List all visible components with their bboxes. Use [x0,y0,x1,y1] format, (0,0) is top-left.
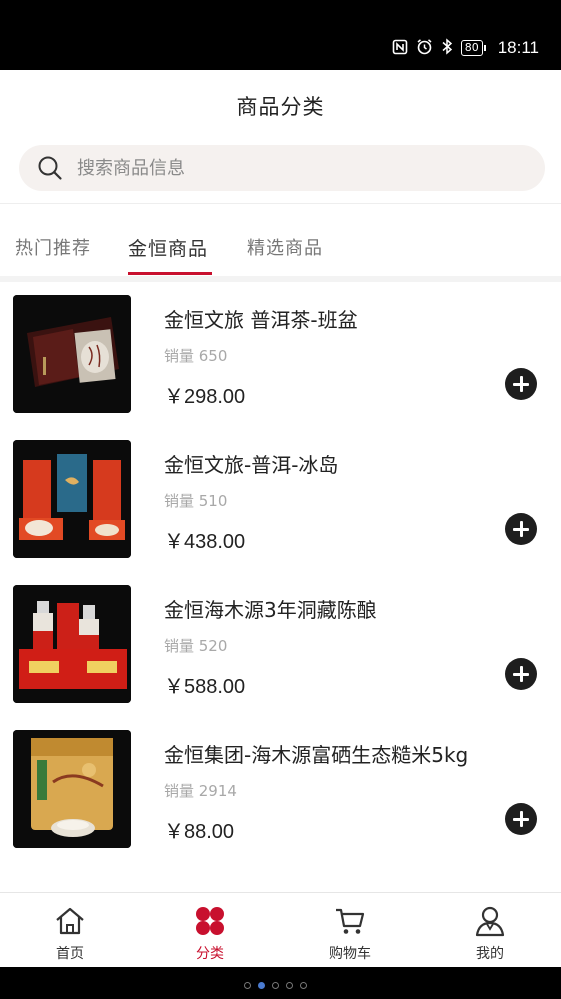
product-image[interactable] [13,440,131,558]
product-sales: 销量 510 [164,492,228,510]
status-time: 18:11 [497,38,539,57]
add-to-cart-button[interactable] [505,513,537,545]
page-dot [244,982,251,989]
page-title: 商品分类 [236,95,325,119]
home-icon [56,907,84,935]
product-item[interactable]: 金恒集团-海木源富硒生态糙米5kg 销量 2914 ￥88.00 [0,717,561,862]
product-sales: 销量 520 [164,637,228,655]
product-name[interactable]: 金恒海木源3年洞藏陈酿 [164,594,377,623]
product-name[interactable]: 金恒文旅-普洱-冰岛 [164,449,338,478]
profile-icon [475,906,505,937]
product-image[interactable] [13,295,131,413]
add-to-cart-button[interactable] [505,658,537,690]
tabbar-label: 购物车 [329,946,371,962]
page-dot [286,982,293,989]
page-dot-active [258,982,265,989]
product-image[interactable] [13,730,131,848]
add-to-cart-button[interactable] [505,803,537,835]
page-dot [300,982,307,989]
product-item[interactable]: 金恒文旅-普洱-冰岛 销量 510 ￥438.00 [0,427,561,572]
product-price: ￥588.00 [164,676,246,698]
tabbar-home[interactable]: 首页 [0,893,140,968]
app-screen: 商品分类 热门推荐 金恒商品 精选商品 [0,70,561,967]
product-item[interactable]: 金恒文旅 普洱茶-班盆 销量 650 ￥298.00 [0,282,561,427]
page-indicator [244,982,307,989]
tabbar-label: 我的 [476,946,504,962]
tabbar-label: 首页 [56,946,84,962]
product-sales: 销量 2914 [164,782,237,800]
battery-icon: 80 [460,40,486,56]
search-icon [38,156,62,180]
tabbar-profile[interactable]: 我的 [420,893,560,968]
tabbar-cart[interactable]: 购物车 [280,893,420,968]
tab-jinheng-products[interactable]: 金恒商品 [128,234,208,261]
bottom-tab-bar: 首页 分类 购物车 我的 [0,892,561,967]
product-price: ￥438.00 [164,531,246,553]
product-item[interactable]: 金恒海木源3年洞藏陈酿 销量 520 ￥588.00 [0,572,561,717]
status-bar: 80 18:11 [0,0,561,70]
system-nav-bar [0,967,561,999]
product-sales: 销量 650 [164,347,228,365]
search-input[interactable] [77,157,497,179]
product-image[interactable] [13,585,131,703]
product-name[interactable]: 金恒文旅 普洱茶-班盆 [164,304,358,333]
nfc-icon [392,39,408,58]
tabbar-label: 分类 [196,946,224,962]
category-icon [196,907,224,935]
category-tabs: 热门推荐 金恒商品 精选商品 [0,204,561,276]
alarm-icon [416,38,433,58]
tab-hot[interactable]: 热门推荐 [15,234,91,260]
product-price: ￥298.00 [164,386,246,408]
page-header: 商品分类 [0,70,561,142]
cart-icon [336,908,365,934]
bluetooth-icon [441,38,453,58]
product-name[interactable]: 金恒集团-海木源富硒生态糙米5kg [164,739,468,768]
battery-level: 80 [460,40,483,56]
tabbar-category[interactable]: 分类 [140,893,280,968]
active-tab-indicator [128,272,212,275]
search-bar[interactable] [19,145,545,191]
add-to-cart-button[interactable] [505,368,537,400]
status-icons: 80 18:11 [392,38,539,58]
product-price: ￥88.00 [164,821,235,843]
page-dot [272,982,279,989]
tab-selected[interactable]: 精选商品 [247,234,323,260]
